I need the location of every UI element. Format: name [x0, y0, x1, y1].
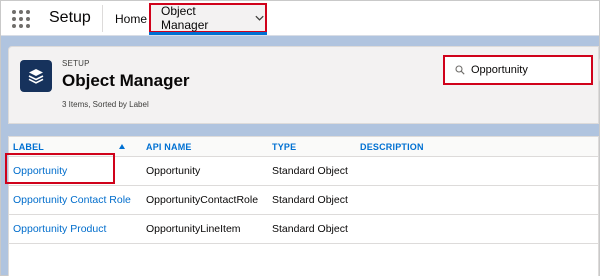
- row-label-link[interactable]: Opportunity Contact Role: [13, 194, 131, 206]
- object-table: LABEL API NAME TYPE DESCRIPTION Opportun…: [8, 136, 599, 276]
- table-row: Opportunity Contact Role OpportunityCont…: [9, 186, 598, 215]
- row-type: Standard Object: [272, 165, 348, 177]
- breadcrumb: SETUP: [62, 59, 90, 68]
- row-label-link[interactable]: Opportunity: [13, 165, 67, 177]
- row-api-name: OpportunityLineItem: [146, 223, 241, 235]
- column-header-description[interactable]: DESCRIPTION: [360, 142, 424, 152]
- row-label-link[interactable]: Opportunity Product: [13, 223, 106, 235]
- quick-find-input[interactable]: [471, 64, 581, 76]
- nav-tab-object-manager[interactable]: Object Manager: [149, 3, 267, 33]
- row-api-name: Opportunity: [146, 165, 201, 177]
- column-header-type[interactable]: TYPE: [272, 142, 296, 152]
- chevron-down-icon[interactable]: [254, 12, 265, 24]
- table-row: Opportunity Opportunity Standard Object: [9, 157, 598, 186]
- column-header-label[interactable]: LABEL: [13, 142, 44, 152]
- item-count: 3 Items, Sorted by Label: [62, 100, 149, 109]
- table-header: LABEL API NAME TYPE DESCRIPTION: [9, 137, 598, 157]
- top-navigation: Setup Home Object Manager: [1, 1, 599, 36]
- table-row: Opportunity Product OpportunityLineItem …: [9, 215, 598, 244]
- app-launcher-icon[interactable]: [12, 10, 30, 28]
- app-name: Setup: [49, 9, 91, 26]
- nav-tab-label: Object Manager: [161, 4, 209, 32]
- quick-find-box[interactable]: [443, 55, 593, 85]
- app-window: Setup Home Object Manager SETUP Object M…: [0, 0, 600, 276]
- row-type: Standard Object: [272, 194, 348, 206]
- page-title: Object Manager: [62, 71, 190, 90]
- nav-tab-home[interactable]: Home: [115, 12, 147, 26]
- nav-divider: [102, 5, 103, 32]
- sort-ascending-icon[interactable]: [119, 144, 125, 149]
- row-type: Standard Object: [272, 223, 348, 235]
- row-api-name: OpportunityContactRole: [146, 194, 259, 206]
- page-header: SETUP Object Manager 3 Items, Sorted by …: [8, 46, 600, 124]
- search-icon: [455, 65, 465, 75]
- column-header-api-name[interactable]: API NAME: [146, 142, 192, 152]
- stack-layers-icon: [20, 60, 52, 92]
- active-tab-indicator: [149, 32, 267, 35]
